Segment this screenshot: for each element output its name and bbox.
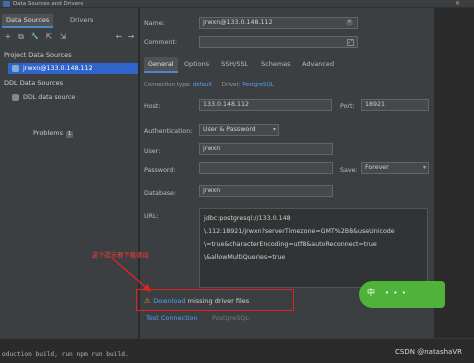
terminal-output: oduction build, run npm run build. — [2, 351, 129, 358]
test-connection-link[interactable]: Test Connection — [146, 314, 198, 322]
missing-driver-warning: ⚠ Download missing driver files — [144, 297, 249, 305]
watermark: CSDN @natashaVR — [395, 348, 462, 356]
ime-widget[interactable]: 中 • • • — [359, 281, 445, 308]
ime-menu-icon[interactable]: • • • — [385, 289, 407, 297]
warning-text: missing driver files — [185, 297, 250, 305]
warning-icon: ⚠ — [144, 297, 151, 305]
ime-mode-label: 中 — [367, 288, 375, 297]
download-link[interactable]: Download — [153, 297, 185, 305]
driver-name-label: PostgreSQL — [212, 314, 250, 322]
terminal-strip: oduction build, run npm run build. CSDN … — [0, 338, 474, 363]
